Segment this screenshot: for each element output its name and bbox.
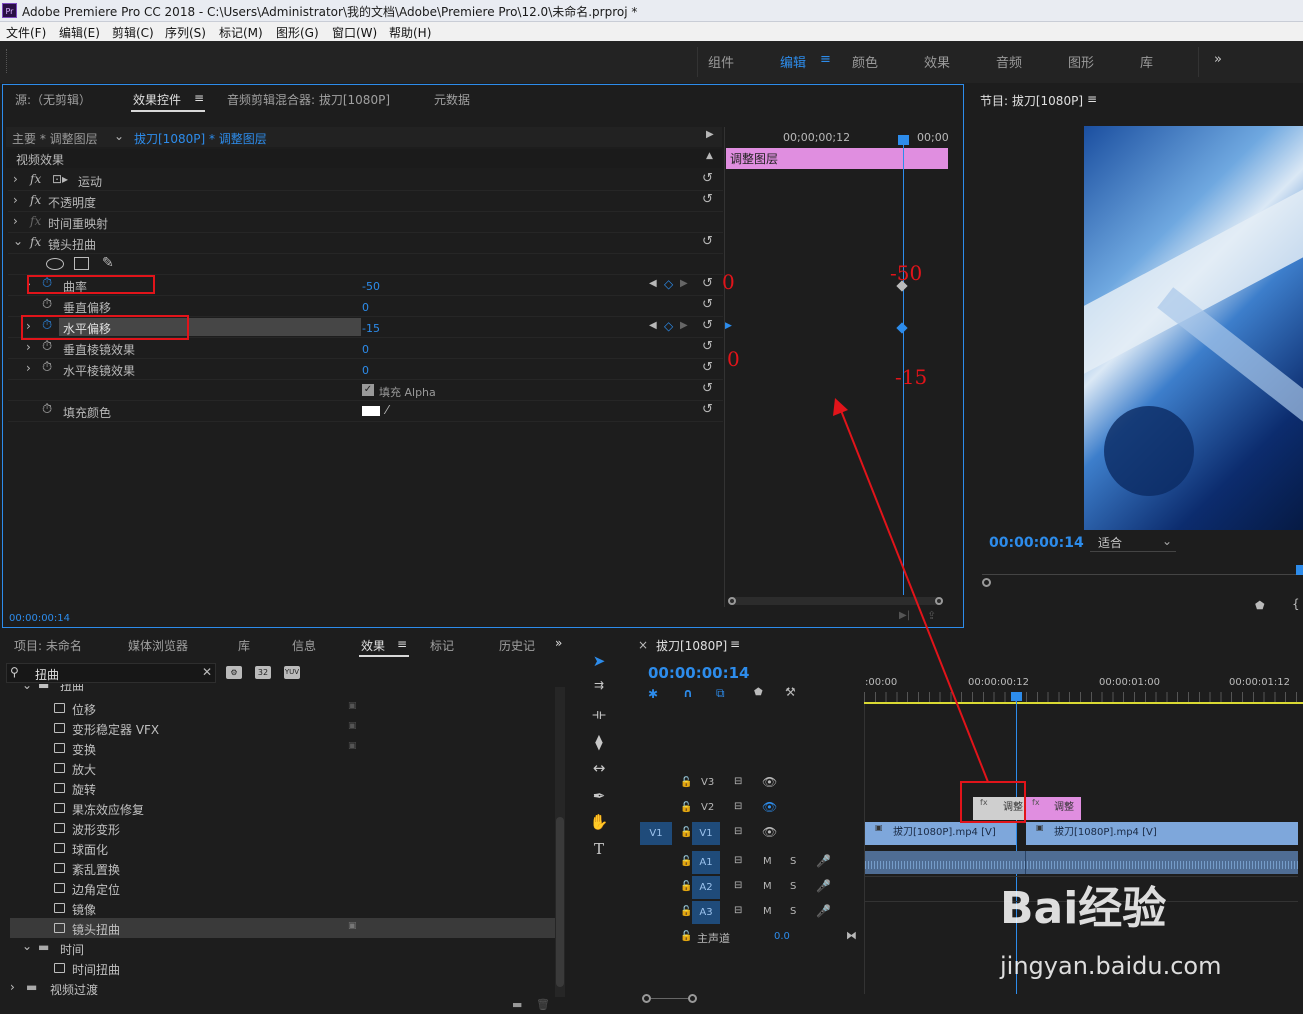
baidu-watermark: Bai经验 jingyan.baidu.com [1000, 872, 1300, 982]
watermark-url: jingyan.baidu.com [1000, 952, 1222, 980]
annotation-arrow-line [839, 407, 989, 783]
watermark-logo: Bai经验 [1000, 883, 1167, 934]
annotation-arrow-head [833, 398, 848, 416]
annotation-arrow [833, 398, 989, 783]
